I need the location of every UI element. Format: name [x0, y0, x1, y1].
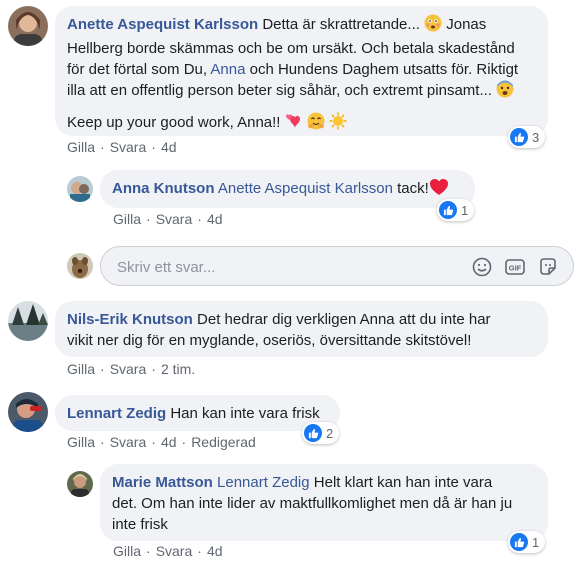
like-button[interactable]: Gilla [67, 139, 95, 155]
comment-actions: Gilla · Svara · 2 tim. [67, 361, 196, 377]
timestamp[interactable]: 2 tim. [161, 361, 195, 377]
like-button[interactable]: Gilla [67, 434, 95, 450]
avatar-nils-erik[interactable] [8, 301, 48, 341]
reaction-count[interactable]: 1 [437, 199, 475, 221]
fearful-face-emoji [496, 80, 514, 104]
comment-text: illa att en offentlig person beter sig s… [67, 82, 492, 99]
avatar-lennart[interactable] [8, 392, 48, 432]
reply-box: GIF [100, 246, 574, 286]
comment-author[interactable]: Marie Mattson [112, 474, 213, 491]
like-icon [304, 424, 322, 442]
like-icon [439, 201, 457, 219]
avatar-anette[interactable] [8, 6, 48, 46]
comment-text: Det hedrar dig verkligen Anna att du int… [197, 311, 491, 328]
comment-text: och Hundens Daghem utsatts för. Riktigt [249, 61, 519, 78]
mention-link[interactable]: Anette Aspequist Karlsson [218, 180, 393, 197]
reply-button[interactable]: Svara [156, 543, 193, 559]
comment-text: Jonas [446, 16, 487, 33]
gif-icon[interactable]: GIF [504, 256, 526, 278]
reaction-count[interactable]: 2 [302, 422, 340, 444]
comment-actions: Gilla · Svara · 4d [113, 543, 223, 559]
reply-button[interactable]: Svara [110, 434, 147, 450]
comment-actions: Gilla · Svara · 4d [113, 211, 223, 227]
reply-button[interactable]: Svara [110, 139, 147, 155]
comment-bubble-lennart: Lennart Zedig Han kan inte vara frisk [55, 395, 340, 431]
comment-actions: Gilla · Svara · 4d [67, 139, 177, 155]
comment-bubble-marie: Marie Mattson Lennart Zedig Helt klart k… [100, 464, 548, 541]
sticker-icon[interactable] [537, 256, 559, 278]
avatar-anna[interactable] [67, 176, 93, 202]
comment-actions: Gilla · Svara · 4d · Redigerad [67, 434, 256, 450]
reaction-number: 1 [532, 534, 540, 550]
comment-text: Hellberg borde skämmas och be om ursäkt.… [67, 40, 515, 57]
timestamp[interactable]: 4d [161, 434, 177, 450]
like-button[interactable]: Gilla [67, 361, 95, 377]
comment-text: inte frisk [112, 516, 168, 533]
comment-text: det. Om han inte lider av maktfullkomlig… [112, 495, 513, 512]
like-icon [510, 533, 528, 551]
hearts-emoji [285, 112, 303, 136]
avatar-current-user [67, 253, 93, 279]
reaction-count[interactable]: 3 [508, 126, 546, 148]
comment-bubble-anna: Anna Knutson Anette Aspequist Karlsson t… [100, 170, 475, 208]
like-button[interactable]: Gilla [113, 211, 141, 227]
like-button[interactable]: Gilla [113, 543, 141, 559]
comment-text: Detta är skrattretande... [262, 16, 420, 33]
comment-author[interactable]: Lennart Zedig [67, 405, 166, 422]
reaction-number: 2 [326, 425, 334, 441]
comment-text: tack! [397, 180, 429, 197]
comment-text: vikit ner dig för en myglande, oseriös, … [67, 332, 472, 349]
comment-text: Han kan inte vara frisk [170, 405, 320, 422]
comment-author[interactable]: Nils-Erik Knutson [67, 311, 193, 328]
flushed-face-emoji [424, 14, 442, 38]
reaction-number: 1 [461, 202, 469, 218]
hug-face-emoji [307, 112, 325, 136]
like-icon [510, 128, 528, 146]
comment-text: för det förtal som Du, [67, 61, 208, 78]
sun-emoji [329, 112, 347, 136]
comment-author[interactable]: Anette Aspequist Karlsson [67, 16, 258, 33]
comment-text: Helt klart kan han inte vara [313, 474, 493, 491]
smiley-icon[interactable] [471, 256, 493, 278]
reply-input[interactable] [115, 255, 419, 279]
timestamp[interactable]: 4d [207, 211, 223, 227]
comment-text: Keep up your good work, Anna!! [67, 114, 281, 131]
mention-link[interactable]: Lennart Zedig [217, 474, 310, 491]
comment-bubble-anette: Anette Aspequist Karlsson Detta är skrat… [55, 6, 548, 136]
comment-author[interactable]: Anna Knutson [112, 180, 215, 197]
timestamp[interactable]: 4d [161, 139, 177, 155]
svg-text:GIF: GIF [509, 264, 522, 273]
edited-label[interactable]: Redigerad [191, 434, 256, 450]
comment-bubble-nils-erik: Nils-Erik Knutson Det hedrar dig verklig… [55, 301, 548, 357]
timestamp[interactable]: 4d [207, 543, 223, 559]
reply-button[interactable]: Svara [156, 211, 193, 227]
reply-button[interactable]: Svara [110, 361, 147, 377]
reaction-number: 3 [532, 129, 540, 145]
mention-link[interactable]: Anna [210, 61, 245, 78]
reaction-count[interactable]: 1 [508, 531, 546, 553]
avatar-marie[interactable] [67, 471, 93, 497]
